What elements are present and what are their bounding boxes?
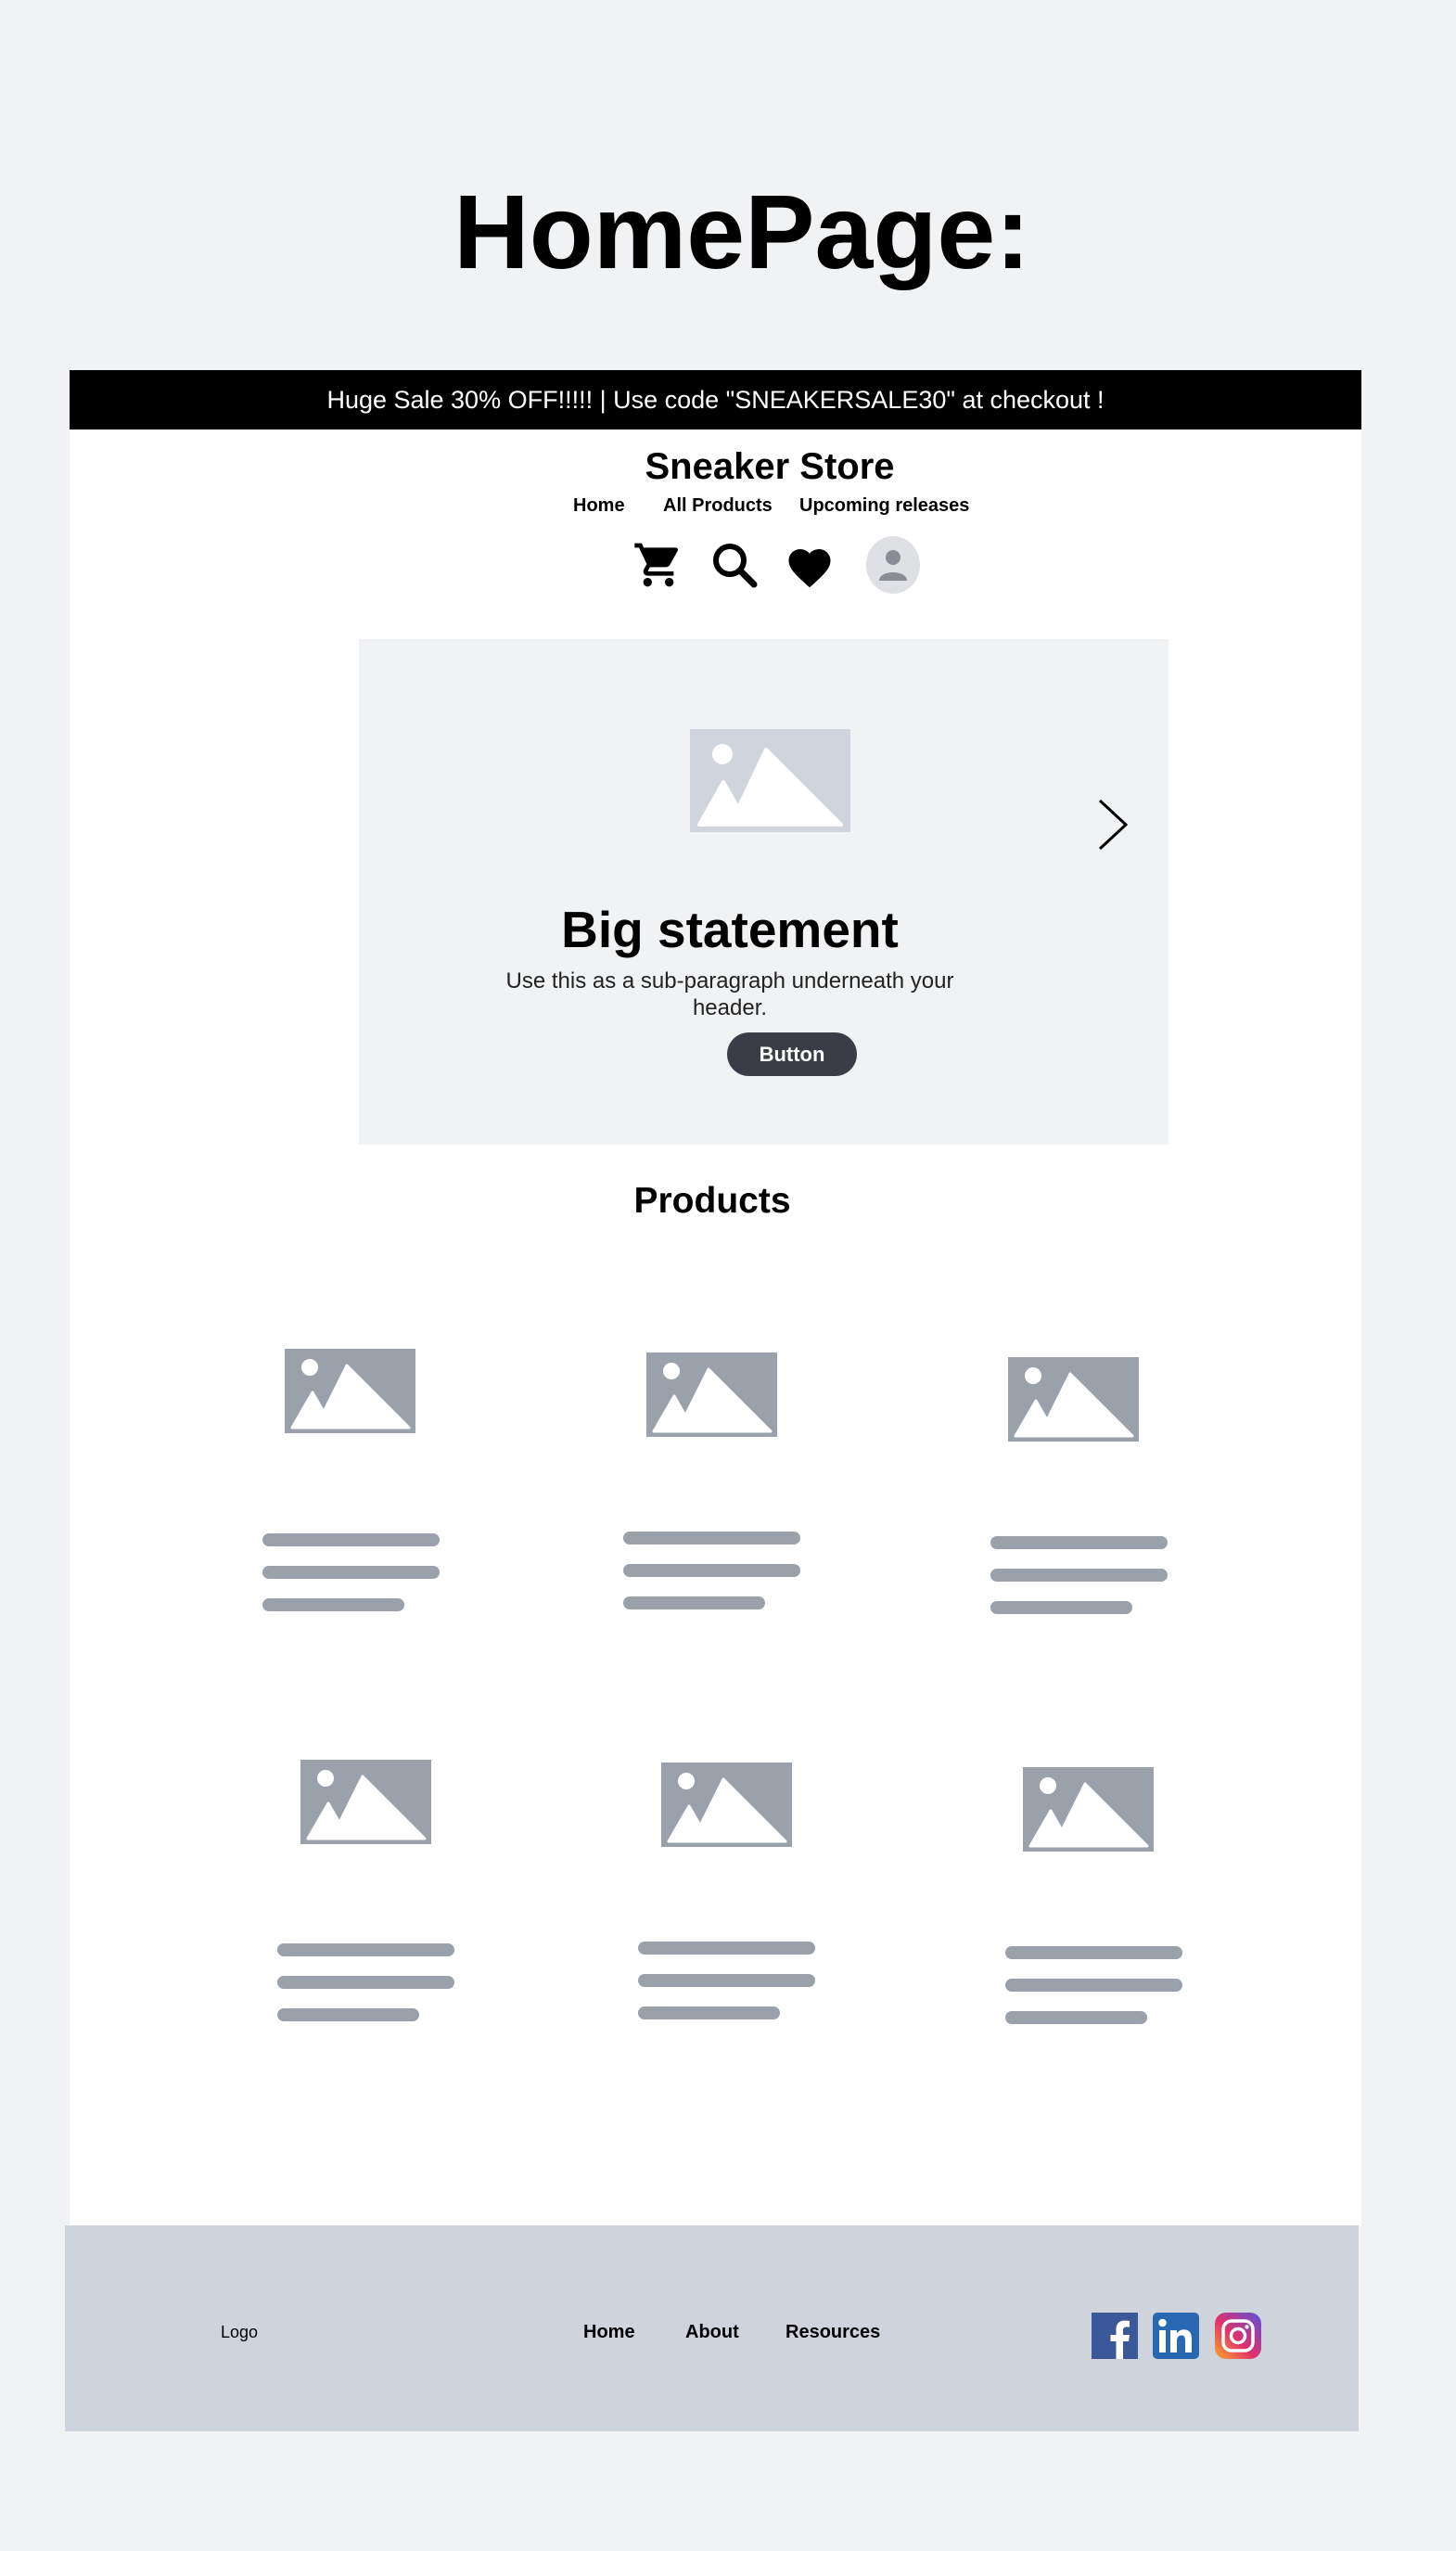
text-line-placeholder — [1005, 1979, 1182, 1992]
product-card[interactable] — [635, 1756, 821, 2034]
text-line-placeholder — [638, 1942, 815, 1955]
text-line-placeholder — [623, 1532, 800, 1545]
text-line-placeholder — [262, 1533, 440, 1546]
homepage-frame: Huge Sale 30% OFF!!!!! | Use code "SNEAK… — [70, 370, 1361, 2226]
text-line-placeholder — [638, 1974, 815, 1987]
products-title: Products — [633, 1181, 791, 1221]
hero-subtitle: Use this as a sub-paragraph underneath y… — [505, 968, 954, 1020]
nav-link-upcoming-releases[interactable]: Upcoming releases — [799, 495, 969, 517]
text-line-placeholder — [623, 1564, 800, 1577]
chevron-right-icon[interactable] — [1096, 797, 1130, 857]
image-placeholder-icon — [1023, 1767, 1154, 1852]
text-line-placeholder — [277, 1976, 454, 1989]
text-line-placeholder — [990, 1601, 1132, 1614]
store-brand: Sneaker Store — [645, 446, 895, 487]
search-icon[interactable] — [710, 541, 759, 589]
footer-link-home[interactable]: Home — [583, 2322, 635, 2343]
instagram-icon[interactable] — [1215, 2313, 1261, 2359]
hero-title: Big statement — [561, 901, 899, 958]
text-line-placeholder — [623, 1596, 765, 1609]
promo-banner: Huge Sale 30% OFF!!!!! | Use code "SNEAK… — [70, 370, 1361, 429]
promo-banner-text: Huge Sale 30% OFF!!!!! | Use code "SNEAK… — [326, 385, 1105, 414]
header-icons — [70, 535, 1361, 596]
image-placeholder-icon — [690, 729, 850, 832]
nav-link-all-products[interactable]: All Products — [663, 495, 773, 517]
image-placeholder-icon — [661, 1763, 792, 1847]
product-card[interactable] — [260, 1344, 445, 1622]
text-line-placeholder — [1005, 1946, 1182, 1959]
text-line-placeholder — [1005, 2011, 1147, 2024]
text-line-placeholder — [990, 1569, 1168, 1582]
page-title: HomePage: — [453, 173, 1030, 290]
cart-icon[interactable] — [632, 539, 684, 591]
footer-link-about[interactable]: About — [685, 2322, 739, 2343]
linkedin-icon[interactable] — [1153, 2313, 1199, 2359]
text-line-placeholder — [262, 1566, 440, 1579]
hero-carousel: Big statement Use this as a sub-paragrap… — [359, 639, 1169, 1145]
text-line-placeholder — [277, 2008, 419, 2021]
site-footer: Logo Home About Resources — [65, 2225, 1359, 2431]
image-placeholder-icon — [1008, 1357, 1139, 1442]
footer-link-resources[interactable]: Resources — [785, 2322, 880, 2343]
heart-icon[interactable] — [785, 543, 835, 589]
image-placeholder-icon — [285, 1349, 415, 1433]
user-avatar-icon[interactable] — [866, 536, 920, 594]
product-card[interactable] — [988, 1348, 1173, 1626]
product-card[interactable] — [1003, 1758, 1188, 2036]
text-line-placeholder — [277, 1943, 454, 1956]
image-placeholder-icon — [646, 1352, 777, 1437]
facebook-icon[interactable] — [1092, 2313, 1138, 2359]
product-card[interactable] — [620, 1346, 806, 1624]
text-line-placeholder — [990, 1536, 1168, 1549]
text-line-placeholder — [262, 1598, 404, 1611]
image-placeholder-icon — [300, 1760, 431, 1844]
nav-link-home[interactable]: Home — [573, 495, 625, 517]
footer-logo: Logo — [221, 2323, 259, 2341]
product-card[interactable] — [275, 1754, 460, 2032]
main-nav: Home All Products Upcoming releases — [70, 495, 1361, 518]
text-line-placeholder — [638, 2006, 780, 2019]
hero-button[interactable]: Button — [727, 1032, 857, 1076]
